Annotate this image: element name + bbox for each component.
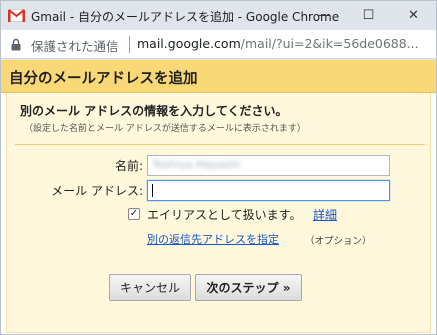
close-button[interactable]: ✕: [391, 1, 436, 30]
address-separator: [129, 36, 130, 53]
name-field[interactable]: Toshiya Hayashi: [147, 155, 390, 176]
maximize-icon: ☐: [362, 8, 375, 23]
reply-to-link[interactable]: 別の返信先アドレスを指定: [147, 231, 279, 247]
address-bar[interactable]: 保護された通信 mail.google.com/mail/?ui=2&ik=56…: [1, 30, 436, 59]
gmail-icon: [8, 9, 25, 22]
alias-label: エイリアスとして扱います。: [147, 208, 302, 222]
text-caret: [152, 184, 153, 197]
dialog: 自分のメールアドレスを追加 別のメール アドレスの情報を入力してください。 （設…: [1, 60, 436, 334]
alias-checkbox[interactable]: ✓: [128, 208, 140, 220]
minimize-icon: —: [317, 8, 330, 23]
lock-icon[interactable]: [11, 38, 21, 51]
minimize-button[interactable]: —: [301, 1, 346, 30]
intro-note: （設定した名前とメール アドレスが送信するメールに表示されます）: [24, 124, 306, 134]
browser-window: Gmail - 自分のメールアドレスを追加 - Google Chrome — …: [0, 0, 437, 335]
alias-detail-link[interactable]: 詳細: [313, 206, 337, 223]
security-label[interactable]: 保護された通信: [31, 36, 119, 55]
dialog-header: 自分のメールアドレスを追加: [1, 60, 436, 93]
url-host: mail.google.com: [137, 36, 241, 51]
name-value: Toshiya Hayashi: [152, 158, 241, 171]
next-step-button[interactable]: 次のステップ »: [195, 274, 302, 301]
email-field[interactable]: [147, 180, 390, 201]
reply-to-option-note: （オプション）: [305, 236, 372, 247]
name-label: 名前:: [114, 159, 143, 173]
url-path: /mail/?ui=2&ik=56de0688...: [240, 36, 419, 51]
cancel-button[interactable]: キャンセル: [109, 274, 191, 301]
url-text[interactable]: mail.google.com/mail/?ui=2&ik=56de0688..…: [137, 36, 419, 51]
maximize-button[interactable]: ☐: [346, 1, 391, 30]
close-icon: ✕: [408, 8, 419, 23]
divider: [15, 144, 425, 145]
title-bar[interactable]: Gmail - 自分のメールアドレスを追加 - Google Chrome — …: [1, 1, 436, 30]
checkmark-icon: ✓: [129, 208, 139, 219]
dialog-title: 自分のメールアドレスを追加: [9, 71, 198, 87]
form-panel: 別のメール アドレスの情報を入力してください。 （設定した名前とメール アドレス…: [6, 93, 431, 333]
window-title: Gmail - 自分のメールアドレスを追加 - Google Chrome: [31, 10, 340, 24]
email-label: メール アドレス:: [51, 184, 143, 198]
intro-heading: 別のメール アドレスの情報を入力してください。: [20, 104, 288, 118]
